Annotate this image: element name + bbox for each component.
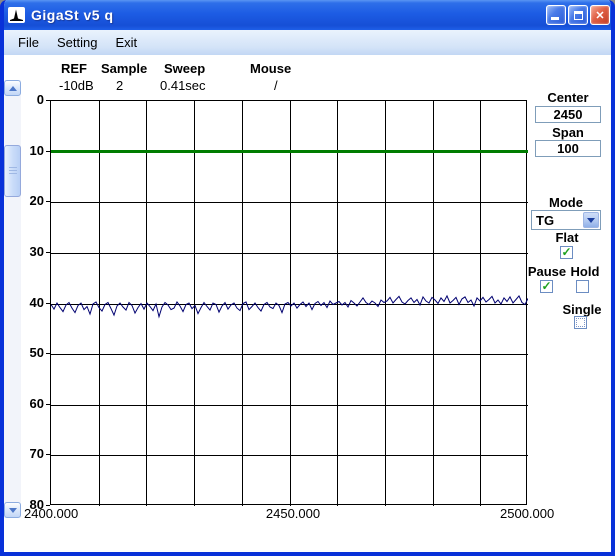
mouse-value: / xyxy=(274,78,278,93)
sample-value: 2 xyxy=(116,78,124,93)
chevron-down-icon xyxy=(587,217,595,223)
y-axis-label: 40 xyxy=(29,294,44,310)
span-label: Span xyxy=(552,125,584,140)
sweep-header: Sweep xyxy=(164,61,206,76)
title-bar: GigaSt v5 q ✕ xyxy=(4,0,611,30)
y-axis-label: 50 xyxy=(29,345,44,361)
y-axis-tick xyxy=(46,303,50,304)
y-axis-tick xyxy=(46,404,50,405)
y-axis-label: 0 xyxy=(36,92,44,107)
span-input[interactable] xyxy=(535,140,601,157)
y-axis-tick xyxy=(46,454,50,455)
y-axis-tick xyxy=(46,201,50,202)
x-axis-label: 2450.000 xyxy=(265,506,321,521)
minimize-icon xyxy=(551,17,559,20)
app-window: GigaSt v5 q ✕ File Setting Exit REF Samp… xyxy=(0,0,615,556)
hold-checkbox[interactable]: ✓ xyxy=(576,280,589,293)
ref-header: REF xyxy=(61,61,87,76)
mode-dropdown-button[interactable] xyxy=(583,212,599,228)
scrollbar-grip-icon xyxy=(8,167,17,174)
sample-header: Sample xyxy=(101,61,148,76)
y-axis-label: 20 xyxy=(29,193,44,209)
y-axis-label: 30 xyxy=(29,243,44,259)
center-label: Center xyxy=(547,90,589,105)
flat-label: Flat xyxy=(555,230,579,245)
y-axis-tick xyxy=(46,252,50,253)
y-axis-tick xyxy=(46,151,50,152)
single-checkbox[interactable]: ✓ xyxy=(574,316,587,329)
mode-label: Mode xyxy=(549,195,583,210)
chevron-down-icon xyxy=(8,507,17,513)
chevron-up-icon xyxy=(8,85,17,91)
ref-value: -10dB xyxy=(59,78,94,93)
check-icon: ✓ xyxy=(541,279,552,293)
menu-bar: File Setting Exit xyxy=(4,30,611,55)
window-title: GigaSt v5 q xyxy=(31,7,114,23)
pause-label: Pause xyxy=(527,264,567,279)
mode-selected-value: TG xyxy=(536,213,555,228)
y-axis-label: 60 xyxy=(29,395,44,411)
center-input[interactable] xyxy=(535,106,601,123)
x-axis-label: 2400.000 xyxy=(24,506,79,521)
close-icon: ✕ xyxy=(595,9,605,22)
scrollbar-thumb[interactable] xyxy=(4,145,21,197)
scroll-down-button[interactable] xyxy=(4,502,21,518)
spectrum-trace-canvas xyxy=(51,101,528,506)
vertical-scrollbar[interactable] xyxy=(4,80,21,518)
scroll-up-button[interactable] xyxy=(4,80,21,96)
y-axis-tick xyxy=(46,100,50,101)
menu-file[interactable]: File xyxy=(18,35,39,50)
x-axis-label: 2500.000 xyxy=(500,506,555,521)
sweep-value: 0.41sec xyxy=(160,78,206,93)
y-axis-tick xyxy=(46,353,50,354)
pause-checkbox[interactable]: ✓ xyxy=(540,280,553,293)
y-axis-label: 70 xyxy=(29,446,44,462)
minimize-button[interactable] xyxy=(546,5,566,25)
flat-checkbox[interactable]: ✓ xyxy=(560,246,573,259)
mouse-header: Mouse xyxy=(250,61,292,76)
check-icon: ✓ xyxy=(561,245,572,259)
single-label: Single xyxy=(562,302,602,317)
menu-exit[interactable]: Exit xyxy=(115,35,137,50)
y-axis-label: 10 xyxy=(29,142,44,158)
maximize-icon xyxy=(573,10,583,20)
maximize-button[interactable] xyxy=(568,5,588,25)
menu-setting[interactable]: Setting xyxy=(57,35,97,50)
spectrum-plot[interactable] xyxy=(50,100,528,506)
hold-label: Hold xyxy=(570,264,600,279)
close-button[interactable]: ✕ xyxy=(590,5,610,25)
mode-select[interactable]: TG xyxy=(531,210,601,230)
app-icon[interactable] xyxy=(8,7,25,23)
